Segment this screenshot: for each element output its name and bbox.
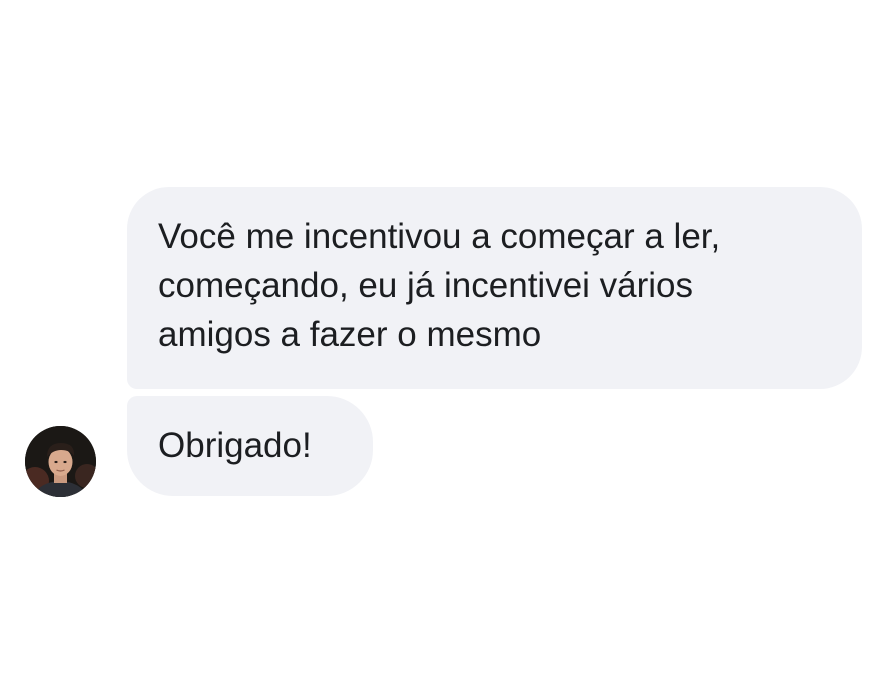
avatar-photo-icon [25, 426, 96, 497]
message-text-line: Obrigado! [158, 426, 312, 465]
avatar[interactable] [25, 426, 96, 497]
message-text-line: amigos a fazer o mesmo [158, 315, 542, 354]
message-bubble[interactable]: Obrigado! [127, 396, 373, 496]
message-bubble[interactable]: Você me incentivou a começar a ler, come… [127, 187, 862, 389]
message-text-line: começando, eu já incentivei vários [158, 266, 694, 305]
message-text-line: Você me incentivou a começar a ler, [158, 217, 721, 256]
message-thread: Você me incentivou a começar a ler, come… [0, 0, 889, 684]
